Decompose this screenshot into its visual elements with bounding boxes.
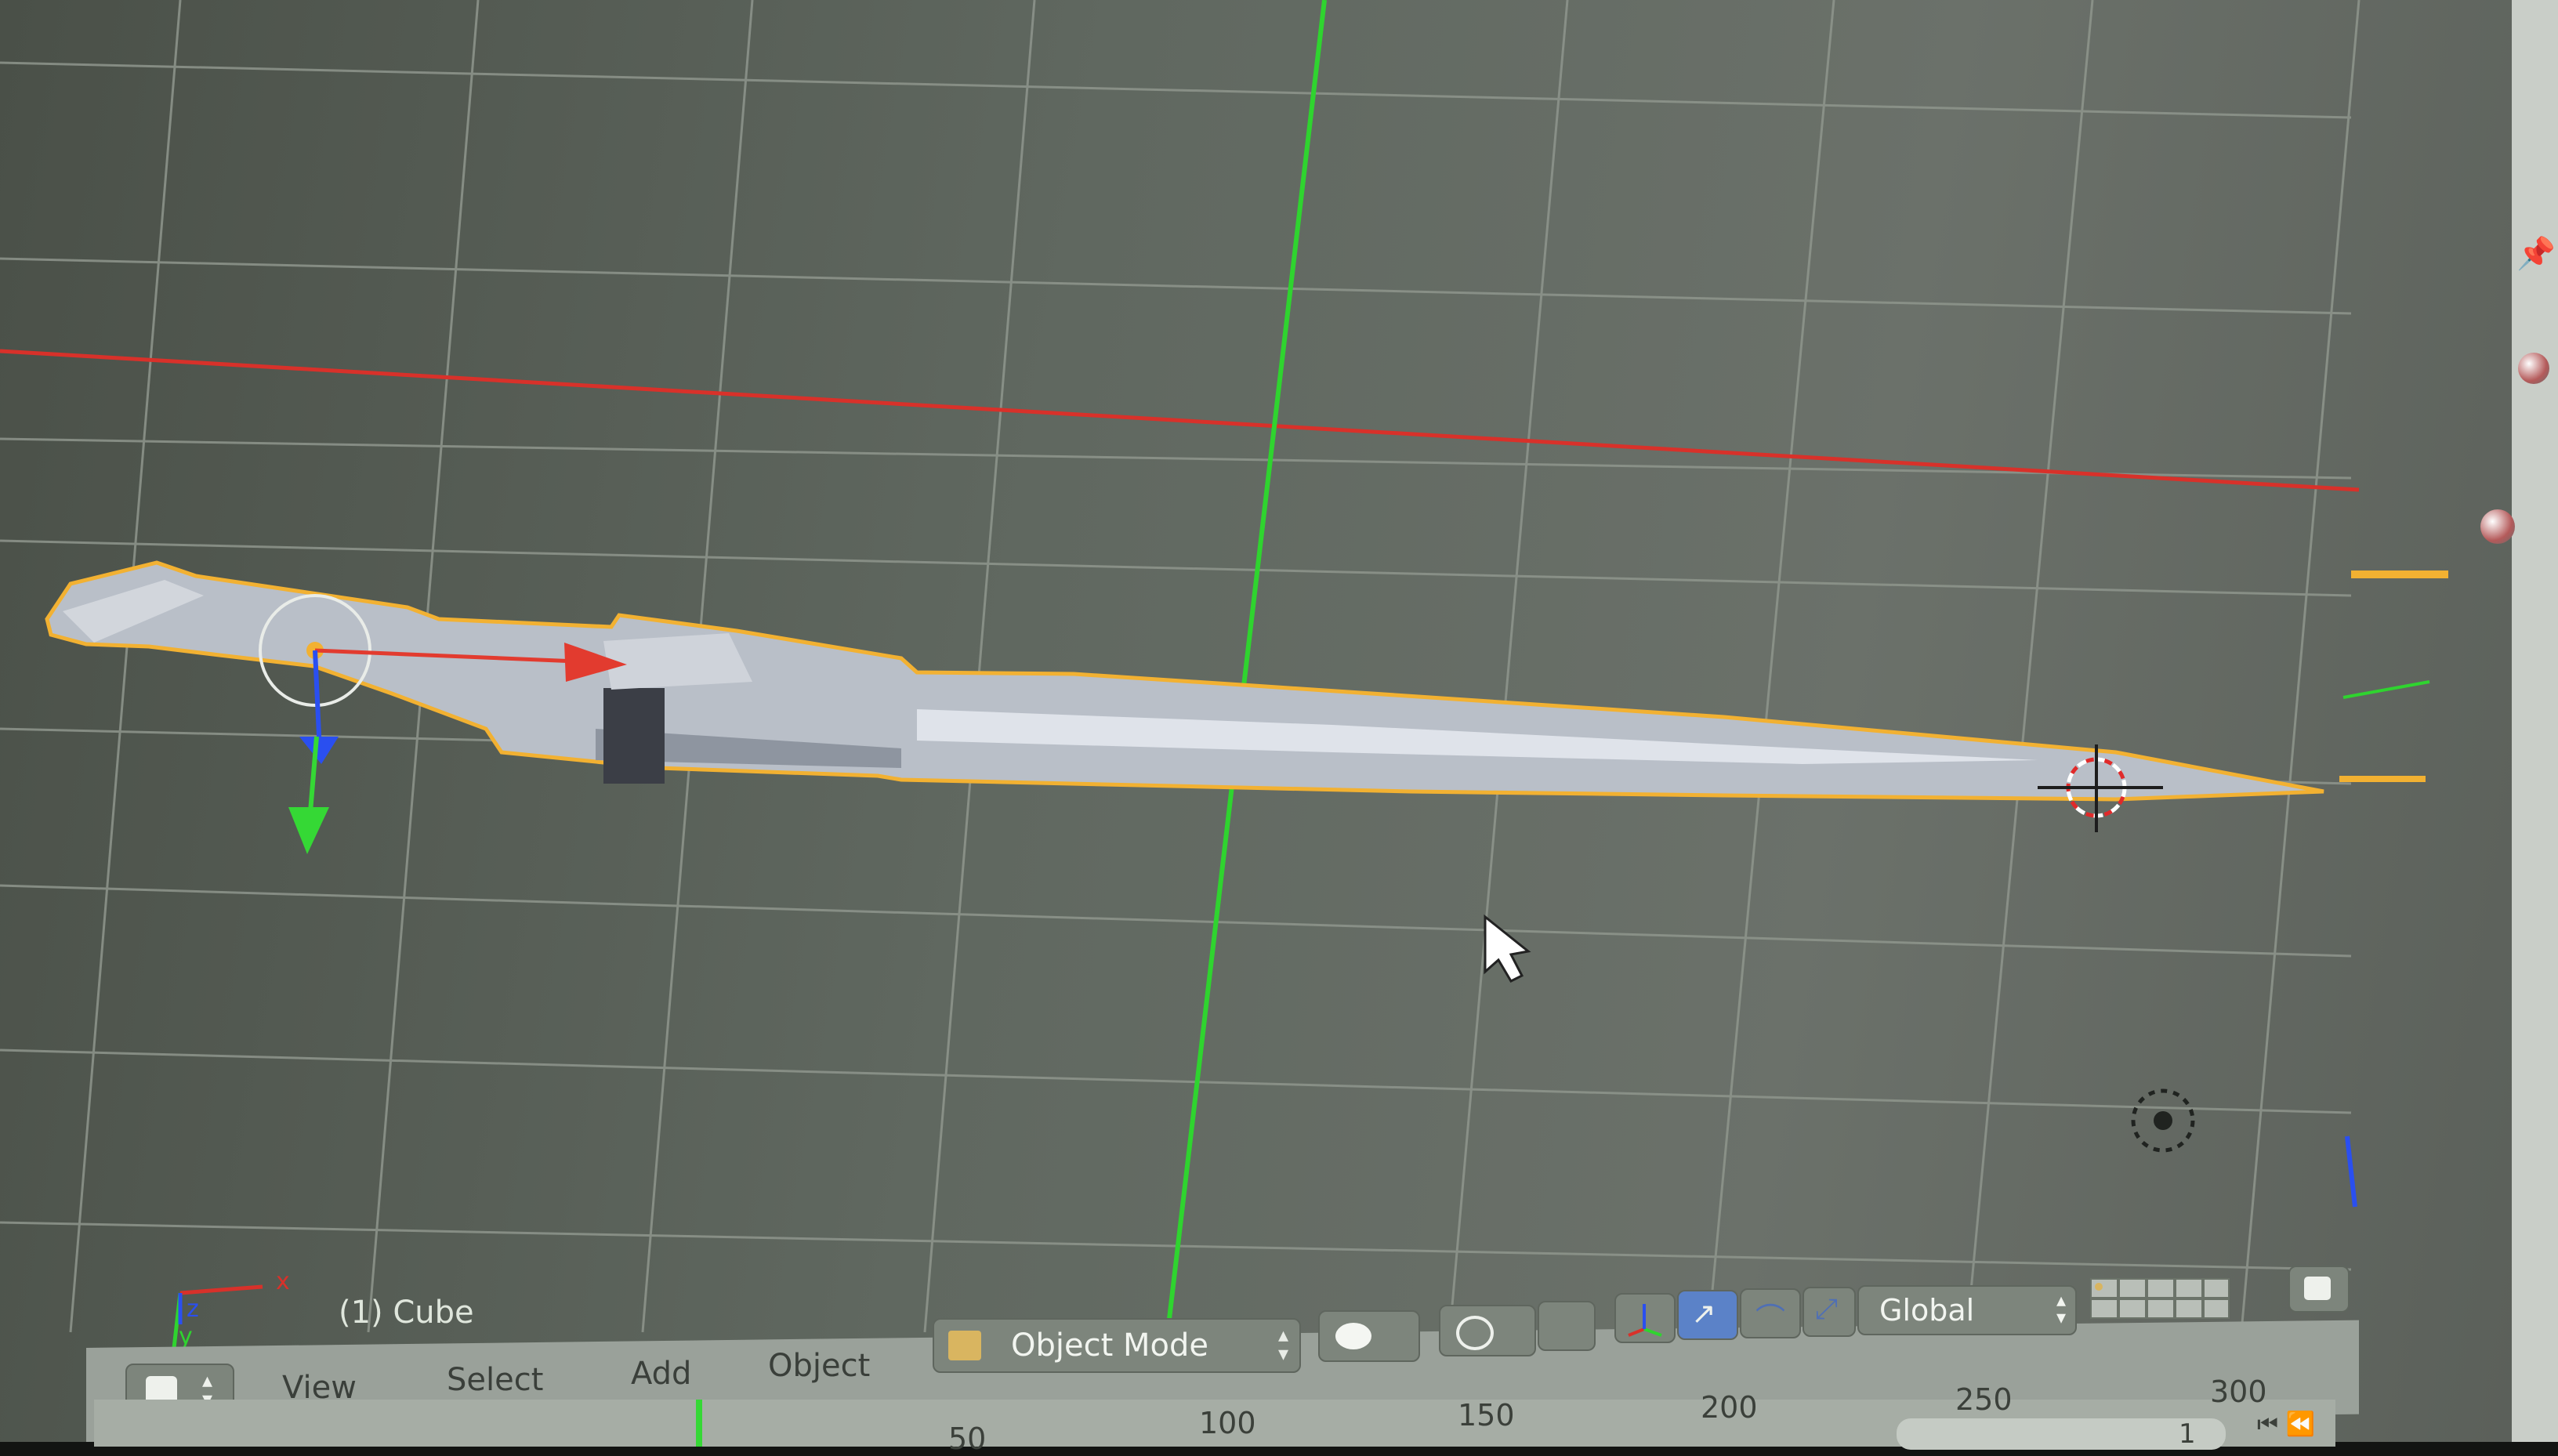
viewport-canvas[interactable]: x z y [0, 0, 2558, 1442]
axis-x-letter: x [276, 1268, 290, 1295]
viewport-shading-icon [1335, 1323, 1371, 1349]
manipulator-rotate-button[interactable]: ⌒ [1740, 1288, 1801, 1338]
axis-z-letter: z [187, 1295, 199, 1323]
chevron-updown-icon: ▴▾ [1277, 1324, 1288, 1366]
properties-panel-edge: 📌 [2480, 0, 2558, 1442]
current-frame-marker[interactable] [696, 1400, 702, 1447]
overlay-icon [1456, 1316, 1494, 1350]
manipulator-scale-icon: ⤢ [1815, 1293, 1838, 1325]
timeline[interactable]: 50 100 150 200 250 300 1 ⏮ ⏪ [94, 1375, 2335, 1456]
z-arrow-icon[interactable] [299, 737, 339, 764]
object-mode-icon [948, 1331, 981, 1360]
orientation-dropdown[interactable]: Global ▴ ▾ [1857, 1285, 2077, 1335]
material-sphere-icon[interactable] [2518, 353, 2549, 384]
viewport-3d[interactable]: x z y (1) Cube [0, 0, 2558, 1442]
current-frame-value: 1 [2179, 1418, 2196, 1450]
timeline-tick: 200 [1701, 1390, 1758, 1425]
y-arrow-icon[interactable] [288, 807, 329, 854]
y-axis-line [1165, 0, 1327, 1333]
step-back-icon[interactable]: ⏪ [2286, 1411, 2315, 1438]
current-frame-field[interactable]: 1 [1897, 1418, 2226, 1450]
mode-dropdown[interactable]: Object Mode ▴ ▾ [933, 1318, 1301, 1373]
manipulator-scale-button[interactable]: ⤢ [1803, 1287, 1856, 1337]
manipulator-toggle-icon [1628, 1304, 1662, 1337]
timeline-tick: 100 [1199, 1406, 1256, 1440]
viewport-shading-button[interactable] [1318, 1310, 1420, 1362]
menu-add[interactable]: Add [631, 1356, 691, 1392]
menu-select[interactable]: Select [447, 1362, 543, 1398]
pin-icon[interactable]: 📌 [2516, 235, 2556, 272]
menu-object[interactable]: Object [768, 1348, 870, 1384]
layers-icon[interactable] [2089, 1277, 2230, 1320]
x-axis-line [0, 349, 2360, 492]
snap-button[interactable] [1538, 1301, 1596, 1351]
material-sphere-icon[interactable] [2480, 509, 2515, 544]
timeline-tick: 150 [1458, 1398, 1515, 1432]
selected-object-cube[interactable] [45, 560, 2324, 802]
timeline-tick: 300 [2210, 1375, 2267, 1409]
manipulator-toggle-button[interactable] [1614, 1293, 1676, 1343]
active-object-label: (1) Cube [339, 1295, 474, 1331]
layers-grid[interactable] [2089, 1277, 2230, 1320]
overlay-button[interactable] [1439, 1305, 1536, 1356]
manipulator-translate-icon: ↗ [1691, 1296, 1716, 1331]
render-view-button[interactable] [2288, 1266, 2350, 1313]
timeline-tick: 50 [948, 1422, 987, 1456]
orientation-dropdown-label: Global [1879, 1293, 1975, 1327]
mouse-pointer-icon [1484, 914, 1531, 983]
playback-controls[interactable]: ⏮ ⏪ [2257, 1411, 2351, 1442]
manipulator-translate-button[interactable]: ↗ [1677, 1290, 1738, 1340]
jump-start-icon[interactable]: ⏮ [2257, 1411, 2278, 1438]
mode-dropdown-label: Object Mode [1011, 1327, 1208, 1364]
cube-icon [2304, 1277, 2331, 1300]
timeline-tick: 250 [1955, 1382, 2013, 1417]
chevron-updown-icon: ▴▾ [2056, 1289, 2066, 1328]
axis-gizmo-icon: x z y [172, 1268, 290, 1350]
light-icon [2131, 1088, 2195, 1153]
manipulator-rotate-icon: ⌒ [1755, 1302, 1786, 1336]
